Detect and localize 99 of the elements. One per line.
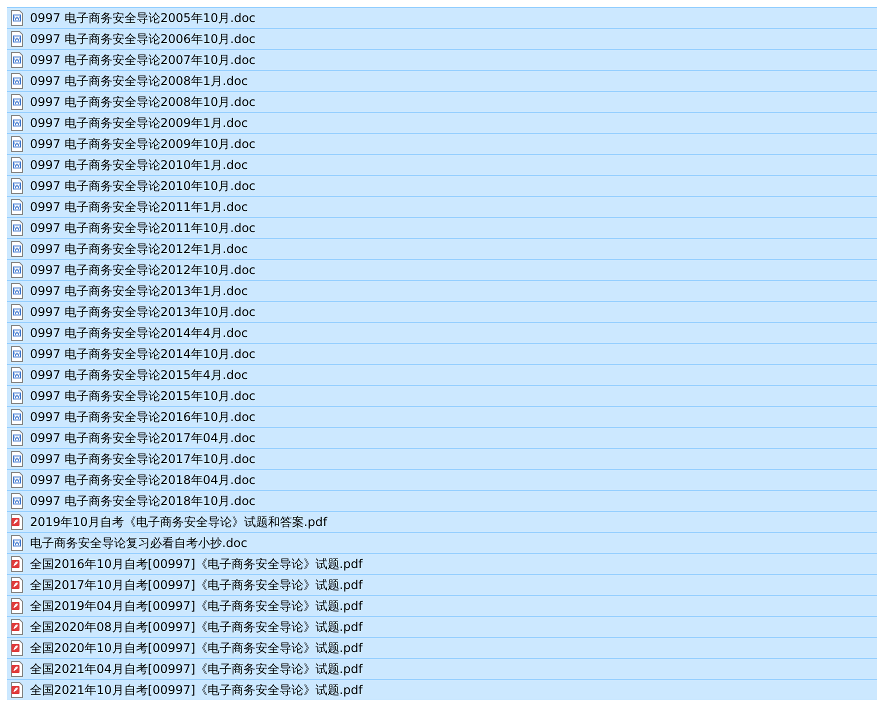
file-name: 0997 电子商务安全导论2007年10月.doc: [30, 52, 256, 68]
document-icon: [10, 73, 24, 89]
file-name: 0997 电子商务安全导论2009年1月.doc: [30, 114, 248, 132]
file-row[interactable]: 0997 电子商务安全导论2012年10月.doc: [7, 259, 877, 280]
document-icon: [10, 178, 24, 194]
file-name: 0997 电子商务安全导论2015年10月.doc: [30, 388, 256, 404]
document-icon: [10, 535, 24, 551]
document-icon: [10, 262, 24, 278]
file-row[interactable]: 0997 电子商务安全导论2015年4月.doc: [7, 364, 877, 385]
document-icon: [10, 472, 24, 488]
file-row[interactable]: 全国2017年10月自考[00997]《电子商务安全导论》试题.pdf: [7, 574, 877, 595]
file-name: 0997 电子商务安全导论2015年4月.doc: [30, 366, 248, 384]
document-icon: [10, 157, 24, 173]
document-icon: [10, 346, 24, 362]
file-row[interactable]: 0997 电子商务安全导论2009年10月.doc: [7, 133, 877, 154]
file-row[interactable]: 0997 电子商务安全导论2018年10月.doc: [7, 490, 877, 511]
pdf-icon: [10, 556, 24, 572]
file-name: 0997 电子商务安全导论2011年1月.doc: [30, 198, 248, 216]
file-name: 全国2021年10月自考[00997]《电子商务安全导论》试题.pdf: [30, 682, 363, 698]
file-row[interactable]: 0997 电子商务安全导论2013年10月.doc: [7, 301, 877, 322]
file-row[interactable]: 0997 电子商务安全导论2010年1月.doc: [7, 154, 877, 175]
document-icon: [10, 10, 24, 26]
file-row[interactable]: 0997 电子商务安全导论2012年1月.doc: [7, 238, 877, 259]
file-name: 0997 电子商务安全导论2009年10月.doc: [30, 136, 256, 152]
file-row[interactable]: 0997 电子商务安全导论2007年10月.doc: [7, 49, 877, 70]
file-row[interactable]: 全国2019年04月自考[00997]《电子商务安全导论》试题.pdf: [7, 595, 877, 616]
pdf-icon: [10, 577, 24, 593]
document-icon: [10, 283, 24, 299]
document-icon: [10, 493, 24, 509]
document-icon: [10, 94, 24, 110]
file-name: 0997 电子商务安全导论2010年10月.doc: [30, 178, 256, 194]
document-icon: [10, 241, 24, 257]
file-name: 全国2021年04月自考[00997]《电子商务安全导论》试题.pdf: [30, 660, 363, 678]
file-name: 0997 电子商务安全导论2017年04月.doc: [30, 430, 256, 446]
document-icon: [10, 136, 24, 152]
file-row[interactable]: 0997 电子商务安全导论2010年10月.doc: [7, 175, 877, 196]
file-name: 全国2017年10月自考[00997]《电子商务安全导论》试题.pdf: [30, 576, 363, 594]
file-row[interactable]: 电子商务安全导论复习必看自考小抄.doc: [7, 532, 877, 553]
file-name: 0997 电子商务安全导论2013年10月.doc: [30, 304, 256, 320]
file-row[interactable]: 0997 电子商务安全导论2008年1月.doc: [7, 70, 877, 91]
document-icon: [10, 52, 24, 68]
file-name: 全国2019年04月自考[00997]《电子商务安全导论》试题.pdf: [30, 598, 363, 614]
file-row[interactable]: 全国2020年10月自考[00997]《电子商务安全导论》试题.pdf: [7, 637, 877, 658]
file-row[interactable]: 全国2021年04月自考[00997]《电子商务安全导论》试题.pdf: [7, 658, 877, 679]
file-row[interactable]: 0997 电子商务安全导论2011年1月.doc: [7, 196, 877, 217]
file-row[interactable]: 0997 电子商务安全导论2005年10月.doc: [7, 7, 877, 28]
file-row[interactable]: 0997 电子商务安全导论2006年10月.doc: [7, 28, 877, 49]
document-icon: [10, 367, 24, 383]
file-name: 0997 电子商务安全导论2006年10月.doc: [30, 30, 256, 48]
file-row[interactable]: 0997 电子商务安全导论2014年10月.doc: [7, 343, 877, 364]
pdf-icon: [10, 598, 24, 614]
file-row[interactable]: 0997 电子商务安全导论2014年4月.doc: [7, 322, 877, 343]
file-name: 全国2020年08月自考[00997]《电子商务安全导论》试题.pdf: [30, 618, 363, 636]
document-icon: [10, 409, 24, 425]
document-icon: [10, 430, 24, 446]
document-icon: [10, 451, 24, 467]
file-name: 0997 电子商务安全导论2018年10月.doc: [30, 492, 256, 510]
file-name: 0997 电子商务安全导论2008年10月.doc: [30, 94, 256, 110]
pdf-icon: [10, 514, 24, 530]
document-icon: [10, 304, 24, 320]
file-row[interactable]: 0997 电子商务安全导论2017年10月.doc: [7, 448, 877, 469]
file-name: 0997 电子商务安全导论2016年10月.doc: [30, 408, 256, 426]
file-row[interactable]: 0997 电子商务安全导论2016年10月.doc: [7, 406, 877, 427]
file-row[interactable]: 0997 电子商务安全导论2015年10月.doc: [7, 385, 877, 406]
file-name: 0997 电子商务安全导论2013年1月.doc: [30, 282, 248, 300]
pdf-icon: [10, 640, 24, 656]
pdf-icon: [10, 682, 24, 698]
file-name: 0997 电子商务安全导论2005年10月.doc: [30, 10, 256, 26]
file-name: 0997 电子商务安全导论2008年1月.doc: [30, 72, 248, 90]
file-name: 0997 电子商务安全导论2014年4月.doc: [30, 324, 248, 342]
file-name: 0997 电子商务安全导论2010年1月.doc: [30, 156, 248, 174]
file-row[interactable]: 0997 电子商务安全导论2009年1月.doc: [7, 112, 877, 133]
file-name: 0997 电子商务安全导论2014年10月.doc: [30, 346, 256, 362]
document-icon: [10, 220, 24, 236]
document-icon: [10, 388, 24, 404]
file-name: 0997 电子商务安全导论2017年10月.doc: [30, 450, 256, 468]
file-name: 2019年10月自考《电子商务安全导论》试题和答案.pdf: [30, 514, 328, 530]
document-icon: [10, 199, 24, 215]
pdf-icon: [10, 661, 24, 677]
file-row[interactable]: 0997 电子商务安全导论2017年04月.doc: [7, 427, 877, 448]
document-icon: [10, 115, 24, 131]
file-row[interactable]: 0997 电子商务安全导论2011年10月.doc: [7, 217, 877, 238]
file-row[interactable]: 全国2016年10月自考[00997]《电子商务安全导论》试题.pdf: [7, 553, 877, 574]
file-name: 0997 电子商务安全导论2011年10月.doc: [30, 220, 256, 236]
file-row[interactable]: 0997 电子商务安全导论2018年04月.doc: [7, 469, 877, 490]
file-row[interactable]: 2019年10月自考《电子商务安全导论》试题和答案.pdf: [7, 511, 877, 532]
file-name: 0997 电子商务安全导论2012年10月.doc: [30, 262, 256, 278]
document-icon: [10, 31, 24, 47]
file-row[interactable]: 全国2020年08月自考[00997]《电子商务安全导论》试题.pdf: [7, 616, 877, 637]
file-name: 0997 电子商务安全导论2012年1月.doc: [30, 240, 248, 258]
file-name: 0997 电子商务安全导论2018年04月.doc: [30, 472, 256, 488]
file-row[interactable]: 全国2021年10月自考[00997]《电子商务安全导论》试题.pdf: [7, 679, 877, 700]
file-name: 电子商务安全导论复习必看自考小抄.doc: [30, 534, 248, 552]
document-icon: [10, 325, 24, 341]
pdf-icon: [10, 619, 24, 635]
file-row[interactable]: 0997 电子商务安全导论2013年1月.doc: [7, 280, 877, 301]
file-name: 全国2016年10月自考[00997]《电子商务安全导论》试题.pdf: [30, 556, 363, 572]
file-name: 全国2020年10月自考[00997]《电子商务安全导论》试题.pdf: [30, 640, 363, 656]
file-row[interactable]: 0997 电子商务安全导论2008年10月.doc: [7, 91, 877, 112]
